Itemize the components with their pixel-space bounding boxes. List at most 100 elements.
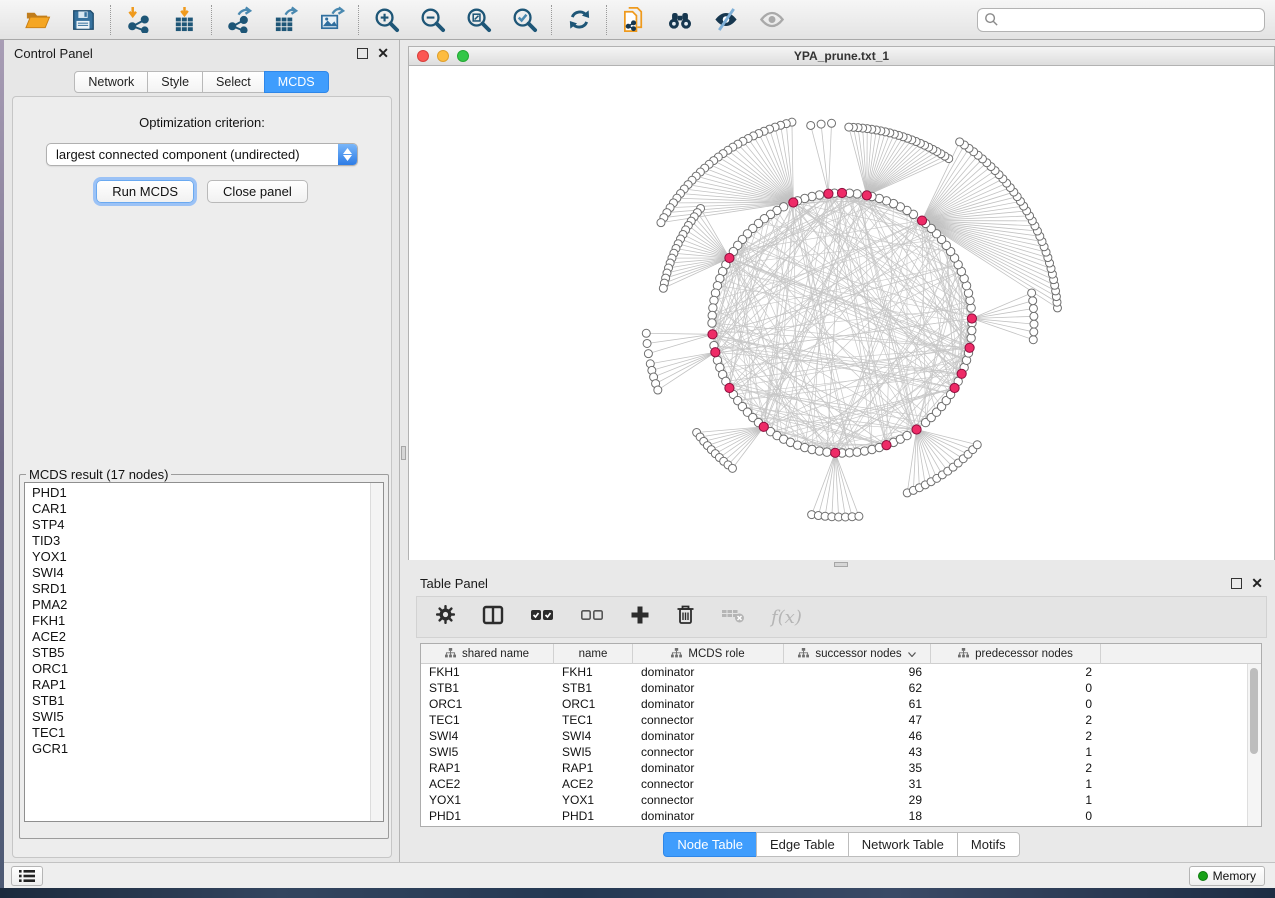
satellite-node[interactable] <box>845 123 853 131</box>
mcds-result-item[interactable]: ACE2 <box>32 629 383 645</box>
delete-column-icon[interactable] <box>676 604 695 630</box>
scrollbar-thumb[interactable] <box>1250 668 1258 754</box>
column-header-shared-name[interactable]: shared name <box>421 644 554 664</box>
column-header-successor-nodes[interactable]: successor nodes <box>784 644 931 664</box>
zoom-selected-icon[interactable] <box>510 6 538 34</box>
tab-select[interactable]: Select <box>202 71 265 93</box>
satellite-node[interactable] <box>643 339 651 347</box>
table-scrollbar[interactable] <box>1247 664 1261 826</box>
mcds-hub-node[interactable] <box>967 314 976 323</box>
network-from-selection-icon[interactable] <box>620 6 648 34</box>
export-table-icon[interactable] <box>271 6 299 34</box>
export-network-icon[interactable] <box>225 6 253 34</box>
ring-node[interactable] <box>968 326 976 334</box>
mcds-result-item[interactable]: SWI4 <box>32 565 383 581</box>
mcds-hub-node[interactable] <box>725 383 734 392</box>
satellite-node[interactable] <box>1030 320 1038 328</box>
refresh-icon[interactable] <box>565 6 593 34</box>
mcds-result-item[interactable]: FKH1 <box>32 613 383 629</box>
mcds-result-item[interactable]: TEC1 <box>32 725 383 741</box>
splitter-handle[interactable] <box>401 446 406 460</box>
mcds-hub-node[interactable] <box>711 348 720 357</box>
table-row[interactable]: RAP1RAP1dominator352 <box>421 760 1261 776</box>
mcds-hub-node[interactable] <box>882 441 891 450</box>
mcds-result-item[interactable]: SWI5 <box>32 709 383 725</box>
table-row[interactable]: YOX1YOX1connector291 <box>421 792 1261 808</box>
mcds-hub-node[interactable] <box>708 330 717 339</box>
satellite-node[interactable] <box>855 512 863 520</box>
column-header-name[interactable]: name <box>554 644 633 664</box>
mcds-result-item[interactable]: ORC1 <box>32 661 383 677</box>
mcds-hub-node[interactable] <box>965 343 974 352</box>
table-settings-icon[interactable] <box>435 604 456 630</box>
column-header-MCDS-role[interactable]: MCDS role <box>633 644 784 664</box>
import-table-icon[interactable] <box>170 6 198 34</box>
satellite-node[interactable] <box>1028 289 1036 297</box>
table-row[interactable]: ACE2ACE2connector311 <box>421 776 1261 792</box>
split-panel-icon[interactable] <box>482 605 504 630</box>
mcds-hub-node[interactable] <box>957 369 966 378</box>
table-row[interactable]: FKH1FKH1dominator962 <box>421 664 1261 680</box>
tab-network[interactable]: Network <box>74 71 148 93</box>
search-box[interactable] <box>977 8 1265 32</box>
table-row[interactable]: SWI4SWI4dominator462 <box>421 728 1261 744</box>
select-all-icon[interactable] <box>530 607 554 628</box>
mcds-hub-node[interactable] <box>759 422 768 431</box>
mcds-result-item[interactable]: STB5 <box>32 645 383 661</box>
float-panel-icon[interactable] <box>1231 578 1242 589</box>
satellite-node[interactable] <box>644 350 652 358</box>
network-graph[interactable] <box>409 66 1274 558</box>
ring-node[interactable] <box>823 448 831 456</box>
satellite-node[interactable] <box>654 386 662 394</box>
add-column-icon[interactable] <box>630 605 650 630</box>
mcds-result-item[interactable]: RAP1 <box>32 677 383 693</box>
mcds-hub-node[interactable] <box>862 191 871 200</box>
mcds-result-item[interactable]: CAR1 <box>32 501 383 517</box>
horizontal-splitter[interactable] <box>408 560 1275 570</box>
mcds-result-list[interactable]: PHD1CAR1STP4TID3YOX1SWI4SRD1PMA2FKH1ACE2… <box>24 482 384 822</box>
satellite-node[interactable] <box>1030 312 1038 320</box>
mcds-hub-node[interactable] <box>837 188 846 197</box>
export-image-icon[interactable] <box>317 6 345 34</box>
network-view-canvas[interactable] <box>408 66 1275 560</box>
satellite-node[interactable] <box>1029 304 1037 312</box>
satellite-node[interactable] <box>1029 297 1037 305</box>
tab-network-table[interactable]: Network Table <box>848 832 958 857</box>
tab-edge-table[interactable]: Edge Table <box>756 832 849 857</box>
tab-motifs[interactable]: Motifs <box>957 832 1020 857</box>
close-panel-icon[interactable]: ✕ <box>1251 578 1263 589</box>
tab-node-table[interactable]: Node Table <box>663 832 757 857</box>
satellite-node[interactable] <box>828 119 836 127</box>
open-file-icon[interactable] <box>23 6 51 34</box>
hide-selected-icon[interactable] <box>712 6 740 34</box>
search-input[interactable] <box>999 12 1258 28</box>
column-header-predecessor-nodes[interactable]: predecessor nodes <box>931 644 1101 664</box>
ring-node[interactable] <box>903 431 911 439</box>
mcds-result-item[interactable]: YOX1 <box>32 549 383 565</box>
satellite-node[interactable] <box>642 329 650 337</box>
criterion-select[interactable]: largest connected component (undirected) <box>46 143 358 166</box>
mcds-result-item[interactable]: PHD1 <box>32 485 383 501</box>
mcds-hub-node[interactable] <box>831 448 840 457</box>
find-binoculars-icon[interactable] <box>666 6 694 34</box>
close-panel-icon[interactable]: ✕ <box>377 48 389 59</box>
splitter-handle[interactable] <box>834 562 848 567</box>
satellite-node[interactable] <box>807 121 815 129</box>
mcds-result-item[interactable]: SRD1 <box>32 581 383 597</box>
satellite-node[interactable] <box>817 120 825 128</box>
satellite-node[interactable] <box>1030 328 1038 336</box>
table-row[interactable]: STB1STB1dominator620 <box>421 680 1261 696</box>
mcds-hub-node[interactable] <box>789 198 798 207</box>
panel-menu-button[interactable] <box>11 866 43 886</box>
mcds-hub-node[interactable] <box>950 383 959 392</box>
satellite-node[interactable] <box>728 464 736 472</box>
mcds-hub-node[interactable] <box>917 216 926 225</box>
network-window-titlebar[interactable]: YPA_prune.txt_1 <box>408 46 1275 66</box>
table-row[interactable]: TEC1TEC1connector472 <box>421 712 1261 728</box>
table-row[interactable]: PHD1PHD1dominator180 <box>421 808 1261 824</box>
satellite-node[interactable] <box>973 441 981 449</box>
zoom-in-icon[interactable] <box>372 6 400 34</box>
save-icon[interactable] <box>69 6 97 34</box>
mcds-hub-node[interactable] <box>912 425 921 434</box>
node-table[interactable]: shared namenameMCDS rolesuccessor nodesp… <box>420 643 1262 827</box>
